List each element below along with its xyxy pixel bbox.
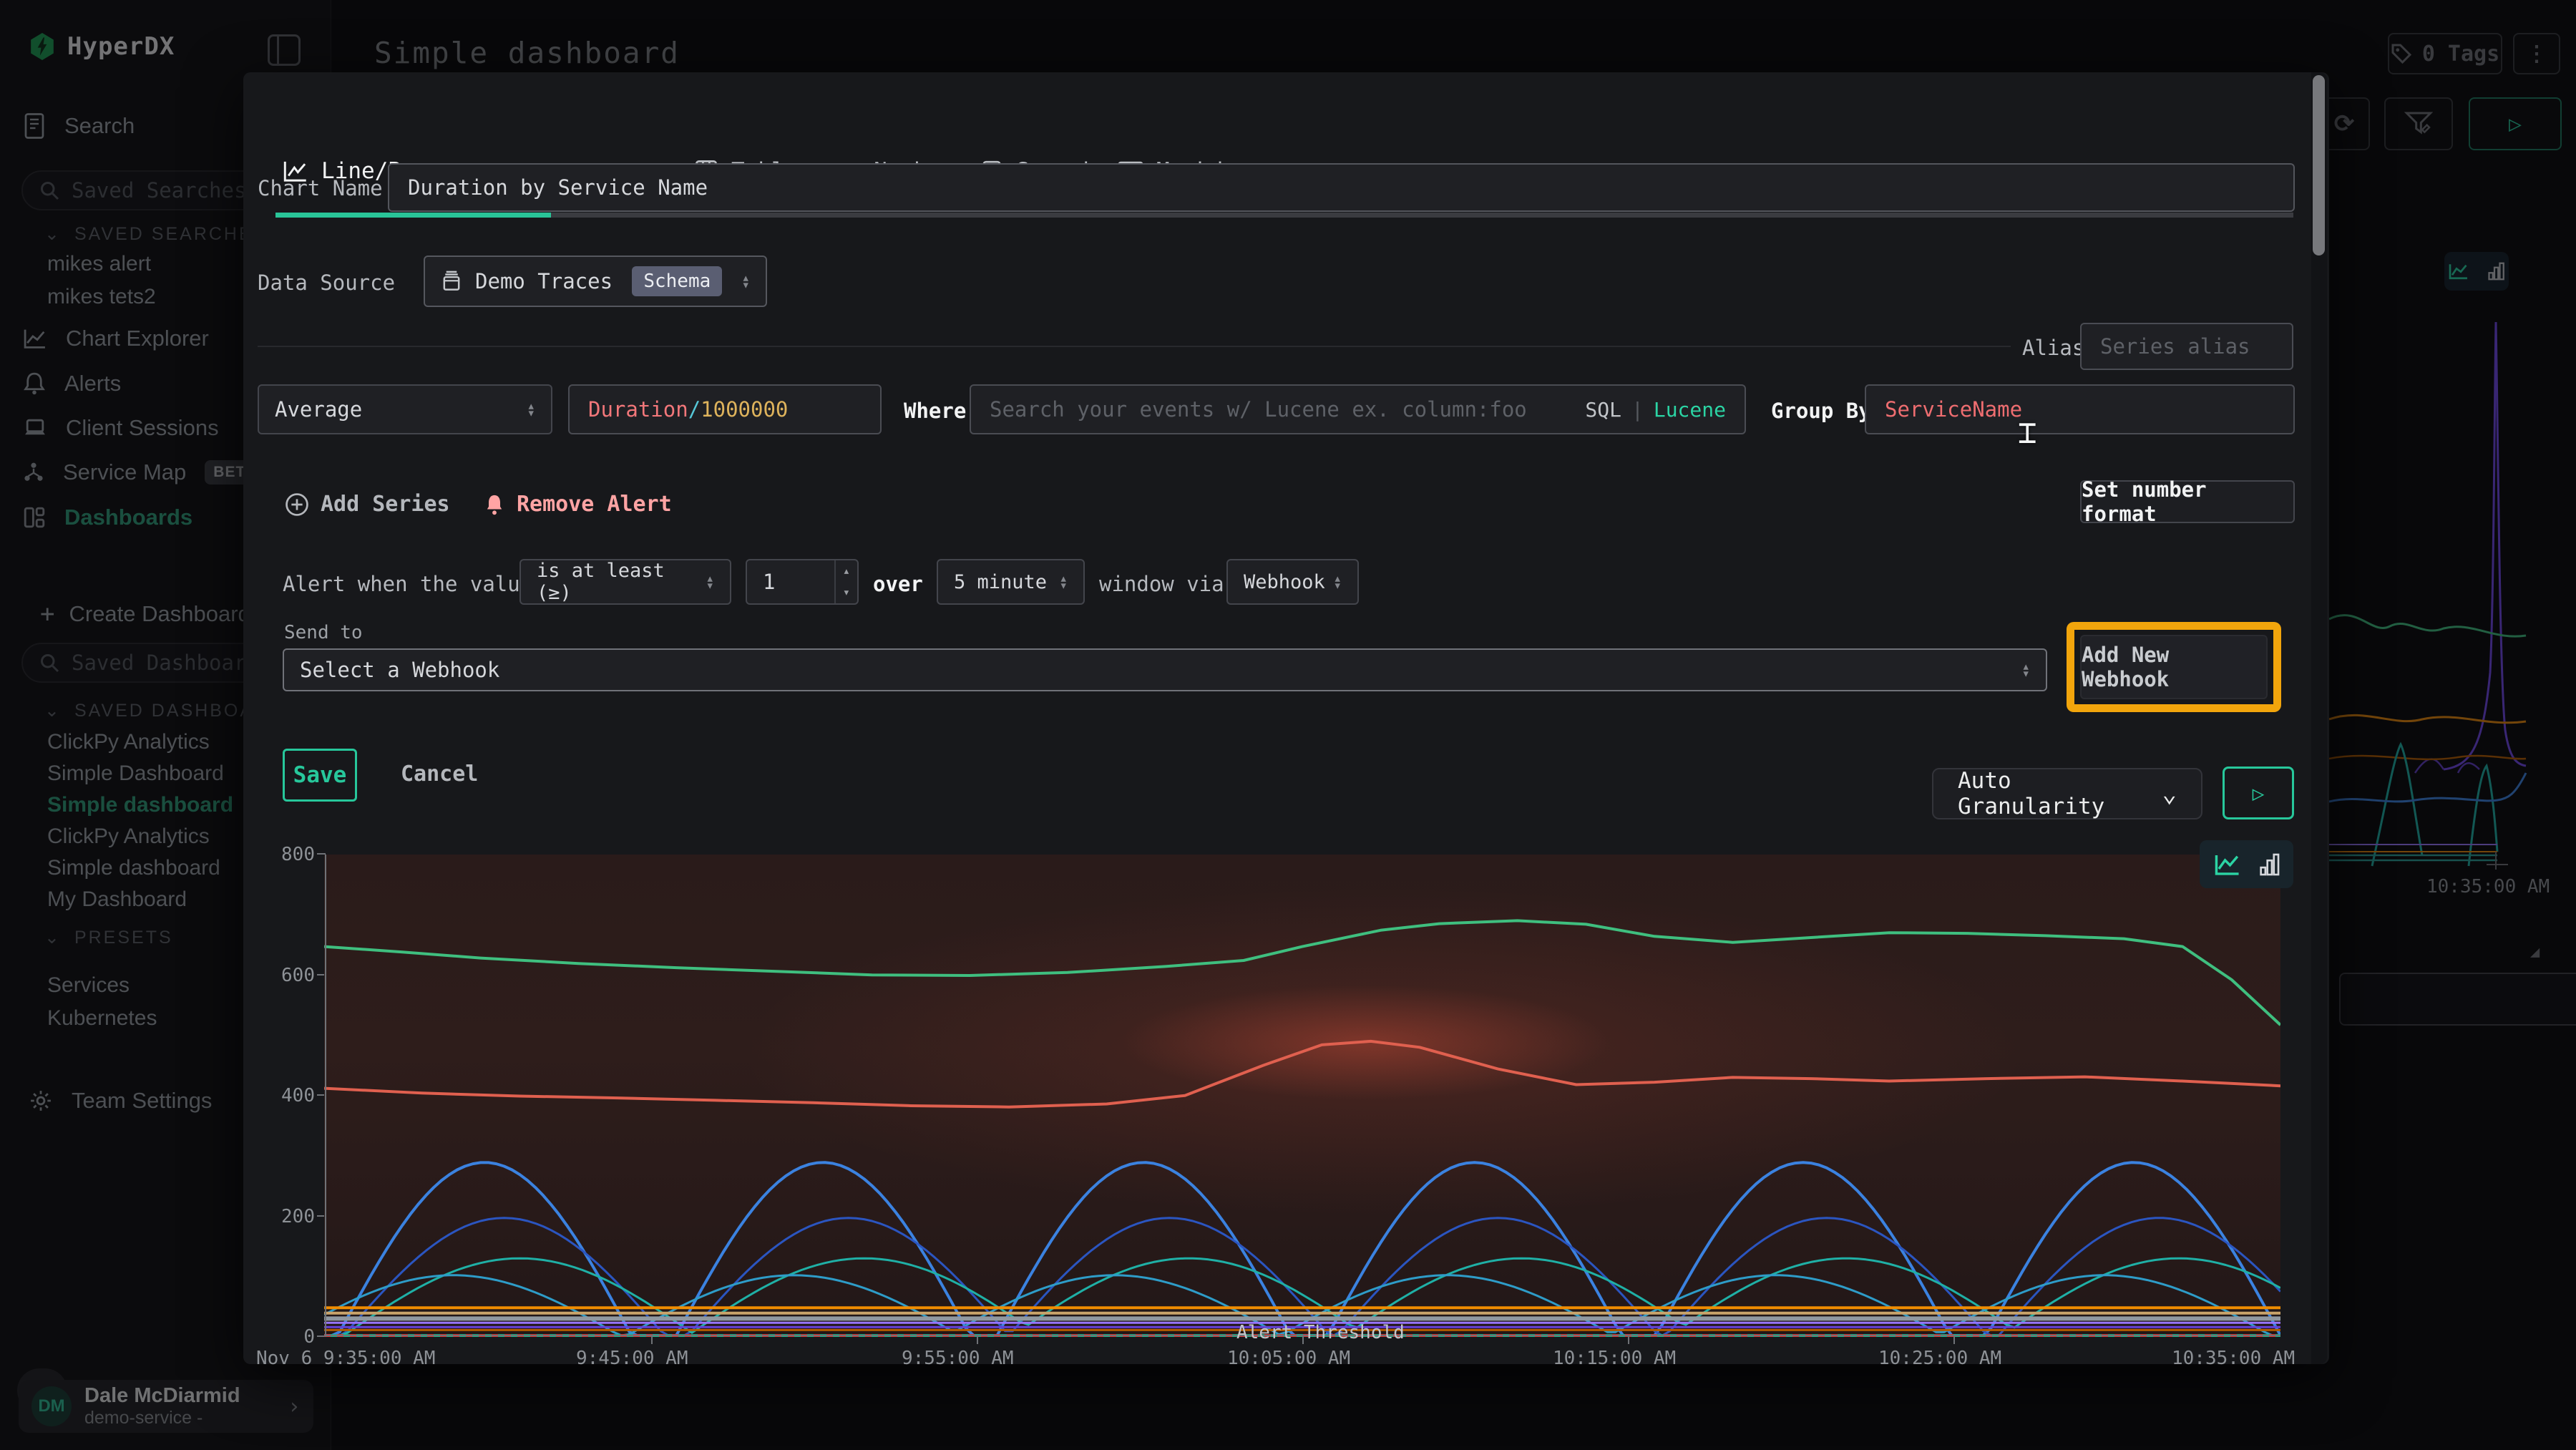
chart-plot[interactable]: Alert Threshold: [324, 855, 2280, 1337]
add-new-webhook-button[interactable]: Add New Webhook: [2080, 635, 2268, 699]
hyperdx-app: HyperDX Search Saved Searches ⌄ SAVED SE…: [0, 0, 2576, 1450]
y-tick-label: 200: [249, 1206, 315, 1227]
y-tick-label: 600: [249, 965, 315, 986]
run-chart-button[interactable]: ▷: [2223, 767, 2294, 819]
x-tick-mark: [1628, 1335, 1629, 1344]
chevron-down-icon: ⌄: [2162, 779, 2177, 808]
toggle-divider: |: [1631, 398, 1644, 422]
x-tick-label: 10:15:00 AM: [1553, 1348, 1676, 1369]
series-alias-input[interactable]: Series alias: [2080, 323, 2293, 370]
x-tick-mark: [651, 1335, 653, 1344]
series-field-input[interactable]: Duration/1000000: [568, 384, 882, 434]
remove-alert-button[interactable]: Remove Alert: [484, 492, 672, 517]
select-chevrons-icon: ▴▾: [742, 274, 750, 289]
alert-threshold-input[interactable]: 1 ▴▾: [746, 559, 859, 605]
tab-underline: [275, 213, 2293, 218]
active-tab-indicator: [275, 213, 551, 218]
x-tick-mark: [1302, 1335, 1304, 1344]
where-search-input[interactable]: Search your events w/ Lucene ex. column:…: [970, 384, 1746, 434]
field-expression: Duration/1000000: [588, 397, 788, 422]
x-tick-label: 10:05:00 AM: [1227, 1348, 1350, 1369]
aggregation-select[interactable]: Average ▴▾: [258, 384, 552, 434]
edit-chart-modal: Line/Bar Table 123 Number Search Markdow…: [243, 72, 2329, 1364]
sql-toggle[interactable]: SQL: [1585, 398, 1621, 422]
chart-name-input[interactable]: Duration by Service Name: [388, 163, 2295, 212]
send-to-label: Send to: [284, 622, 363, 643]
plus-circle-icon: [285, 492, 309, 517]
save-button[interactable]: Save: [283, 749, 357, 802]
chart-type-toggle[interactable]: [2200, 840, 2293, 888]
series-divider: [258, 346, 2011, 347]
text-cursor: ⌶: [2018, 414, 2037, 451]
field-token: Duration: [588, 397, 688, 422]
select-chevrons-icon: ▴▾: [2022, 663, 2030, 678]
group-by-input[interactable]: ServiceName: [1865, 384, 2295, 434]
x-tick-label: 10:35:00 AM: [2172, 1348, 2295, 1369]
alias-label: Alias: [2022, 336, 2084, 360]
chart-name-label: Chart Name: [258, 176, 383, 200]
granularity-select[interactable]: Auto Granularity ⌄: [1932, 768, 2202, 819]
alert-channel-select[interactable]: Webhook ▴▾: [1226, 559, 1359, 605]
select-chevrons-icon: ▴▾: [1334, 575, 1342, 590]
y-tick-label: 800: [249, 844, 315, 865]
y-tick-label: 0: [249, 1326, 315, 1348]
field-token: /: [688, 397, 701, 422]
x-tick-label: 10:25:00 AM: [1878, 1348, 2001, 1369]
alert-window-select[interactable]: 5 minute ▴▾: [937, 559, 1085, 605]
bell-icon: [484, 493, 505, 516]
select-chevrons-icon: ▴▾: [706, 575, 714, 590]
cancel-button[interactable]: Cancel: [401, 762, 478, 787]
window-via-label: window via: [1099, 572, 1224, 596]
line-chart-icon: [2214, 852, 2241, 877]
add-series-button[interactable]: Add Series: [285, 492, 450, 517]
bar-chart-icon: [2260, 853, 2280, 876]
x-tick-mark: [1953, 1335, 1955, 1344]
x-tick-mark: [977, 1335, 978, 1344]
alert-condition-select[interactable]: is at least (≥) ▴▾: [519, 559, 731, 605]
select-chevrons-icon: ▴▾: [527, 402, 535, 417]
webhook-select[interactable]: Select a Webhook ▴▾: [283, 648, 2047, 691]
play-icon: ▷: [2253, 782, 2265, 805]
y-tick-label: 400: [249, 1085, 315, 1106]
data-source-label: Data Source: [258, 271, 395, 295]
field-token: 1000000: [701, 397, 788, 422]
over-label: over: [873, 572, 923, 596]
x-tick-label: Nov 6 9:35:00 AM: [256, 1348, 435, 1369]
lucene-toggle[interactable]: Lucene: [1654, 398, 1726, 422]
alert-prefix-label: Alert when the value: [283, 572, 532, 596]
where-label: Where: [904, 399, 966, 423]
alert-threshold-label: Alert Threshold: [1236, 1322, 1405, 1343]
group-by-label: Group By: [1771, 399, 1871, 423]
number-spinner[interactable]: ▴▾: [834, 560, 857, 603]
database-icon: [441, 270, 462, 293]
set-number-format-button[interactable]: Set number format: [2080, 480, 2295, 523]
x-tick-label: 9:55:00 AM: [902, 1348, 1014, 1369]
schema-badge: Schema: [632, 266, 722, 296]
data-source-select[interactable]: Demo Traces Schema ▴▾: [424, 256, 767, 307]
select-chevrons-icon: ▴▾: [1060, 575, 1068, 590]
x-tick-label: 9:45:00 AM: [576, 1348, 688, 1369]
scrollbar-thumb[interactable]: [2313, 75, 2325, 256]
modal-scrollbar[interactable]: [2311, 72, 2327, 1364]
